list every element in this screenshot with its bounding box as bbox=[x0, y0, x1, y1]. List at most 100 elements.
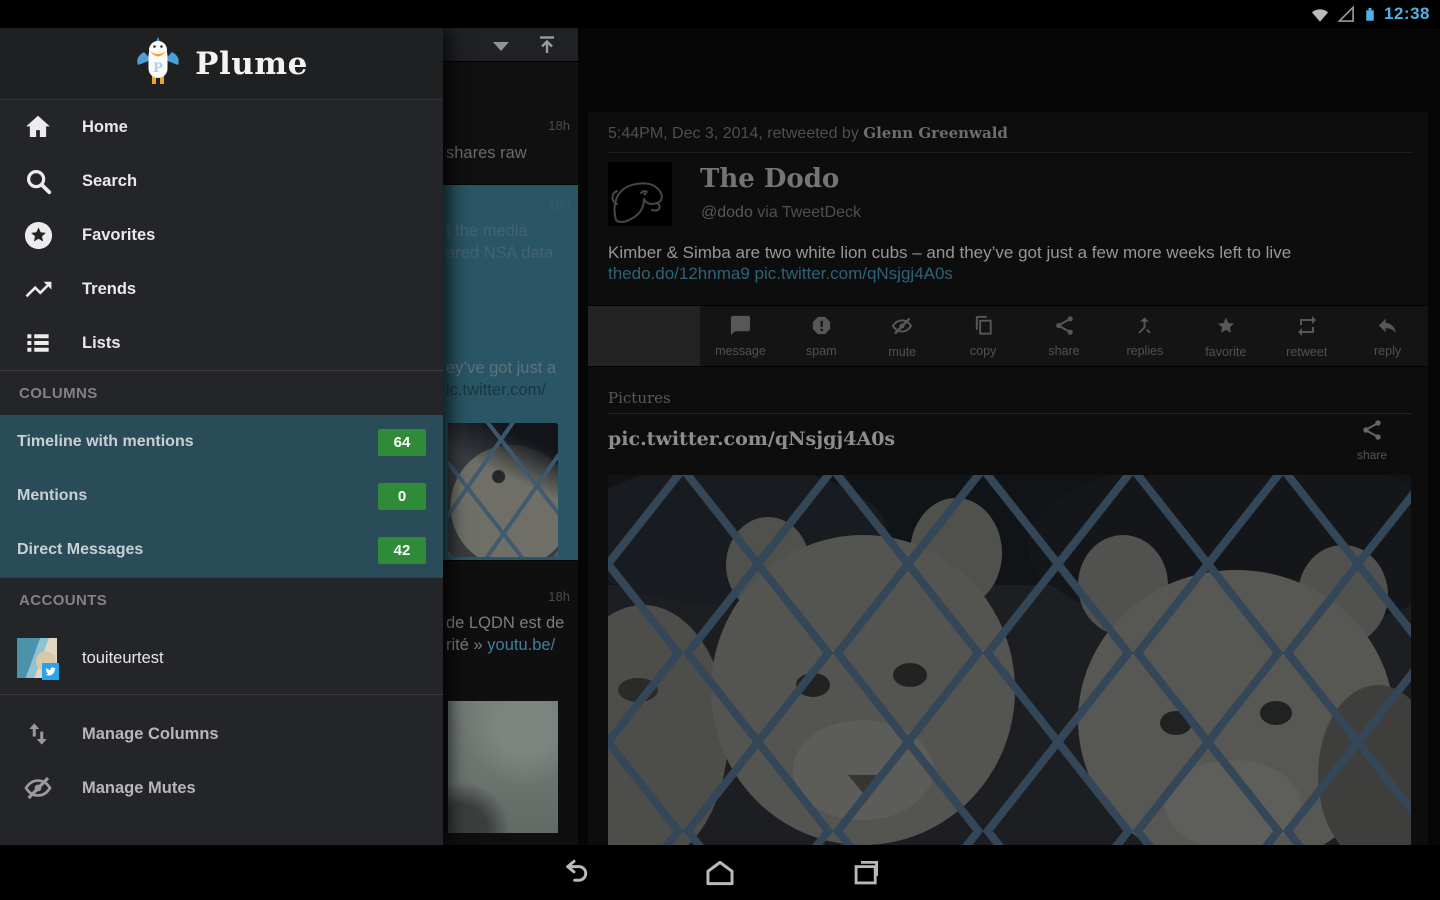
columns-section-header: COLUMNS bbox=[0, 371, 443, 415]
drawer-item-manage-columns[interactable]: Manage Columns bbox=[0, 707, 443, 761]
tweet-link-fragment[interactable]: youtu.be/ bbox=[487, 636, 555, 654]
copy-button[interactable]: copy bbox=[943, 306, 1024, 366]
tweet-photo-lion-cubs[interactable] bbox=[608, 475, 1411, 845]
status-bar: 12:38 bbox=[0, 0, 1440, 28]
drawer-item-manage-mutes[interactable]: Manage Mutes bbox=[0, 761, 443, 815]
author-avatar[interactable] bbox=[608, 162, 672, 226]
home-icon bbox=[22, 111, 54, 143]
back-button[interactable] bbox=[553, 855, 595, 891]
favorite-button[interactable]: favorite bbox=[1185, 306, 1266, 366]
tweet-timestamp: 18h bbox=[548, 197, 570, 212]
trends-icon bbox=[22, 273, 54, 305]
screen: 12:38 18h shares raw 18h t the media are… bbox=[0, 0, 1440, 900]
manage-mutes-eye-off-icon bbox=[22, 772, 54, 804]
column-item-timeline[interactable]: Timeline with mentions 64 bbox=[0, 415, 443, 469]
unread-count-badge: 42 bbox=[378, 537, 426, 564]
column-toolbar bbox=[443, 28, 578, 62]
account-avatar bbox=[17, 638, 57, 678]
tweet-text-fragment: ey’ve got just a bbox=[446, 359, 556, 378]
twitter-bird-badge-icon bbox=[42, 663, 59, 680]
retweet-meta: 5:44PM, Dec 3, 2014, retweeted by Glenn … bbox=[608, 124, 1008, 143]
drawer-header: P Plume bbox=[0, 28, 443, 100]
column-item-direct-messages[interactable]: Direct Messages 42 bbox=[0, 523, 443, 577]
tweet-detail-card: 5:44PM, Dec 3, 2014, retweeted by Glenn … bbox=[588, 112, 1428, 845]
message-button[interactable]: message bbox=[700, 306, 781, 366]
drawer-item-lists[interactable]: Lists bbox=[0, 316, 443, 370]
svg-text:P: P bbox=[153, 61, 163, 76]
unread-count-badge: 0 bbox=[378, 483, 426, 510]
retweet-icon bbox=[1295, 314, 1319, 343]
account-row[interactable]: touiteurtest bbox=[0, 622, 443, 694]
tweet-text-fragment: de LQDN est de bbox=[446, 614, 564, 633]
tweet-text: Kimber & Simba are two white lion cubs –… bbox=[608, 242, 1398, 284]
pictures-header: Pictures bbox=[608, 389, 671, 407]
action-bar-selected-slot[interactable] bbox=[588, 306, 700, 366]
share-button[interactable]: share bbox=[1024, 306, 1105, 366]
column-dropdown-caret-icon[interactable] bbox=[493, 42, 509, 51]
message-icon bbox=[729, 314, 752, 342]
recents-button[interactable] bbox=[845, 855, 887, 891]
navigation-drawer: P Plume Home Search Favorites Trends Lis… bbox=[0, 28, 443, 845]
cell-signal-icon bbox=[1336, 4, 1356, 24]
spam-button[interactable]: spam bbox=[781, 306, 862, 366]
scroll-to-top-icon[interactable] bbox=[535, 33, 559, 62]
lion-cubs-photo-art bbox=[608, 475, 1411, 845]
home-button[interactable] bbox=[699, 855, 741, 891]
share-icon bbox=[1360, 429, 1384, 446]
tweet-photo-thumbnail[interactable] bbox=[448, 423, 558, 557]
timeline-tweet-selected[interactable]: 18h t the media ared NSA data ey’ve got … bbox=[443, 185, 578, 560]
app-title: Plume bbox=[195, 46, 308, 82]
spam-icon bbox=[810, 314, 833, 342]
mute-eye-off-icon bbox=[890, 314, 914, 343]
author-handle[interactable]: @dodo via TweetDeck bbox=[701, 204, 861, 222]
mute-button[interactable]: mute bbox=[862, 306, 943, 366]
divider bbox=[608, 152, 1412, 153]
plume-logo-icon: P bbox=[135, 36, 181, 91]
favorites-star-circle-icon bbox=[22, 219, 54, 251]
drawer-item-home[interactable]: Home bbox=[0, 100, 443, 154]
tweet-detail-panel: 5:44PM, Dec 3, 2014, retweeted by Glenn … bbox=[578, 28, 1440, 845]
tweet-text-fragment: t the media bbox=[446, 222, 528, 241]
timeline-tweet[interactable]: 18h shares raw bbox=[443, 62, 578, 185]
dodo-bird-line-art bbox=[608, 162, 672, 226]
android-navbar bbox=[0, 845, 1440, 900]
replies-merge-icon bbox=[1133, 314, 1156, 342]
status-time: 12:38 bbox=[1384, 4, 1430, 24]
author-name[interactable]: The Dodo bbox=[700, 164, 839, 194]
tweet-photo-thumbnail[interactable] bbox=[448, 701, 558, 833]
accounts-section-header: ACCOUNTS bbox=[0, 578, 443, 622]
battery-icon bbox=[1361, 3, 1379, 25]
timeline-tweet[interactable]: 18h de LQDN est de rité » youtu.be/ bbox=[443, 560, 578, 845]
picture-link[interactable]: pic.twitter.com/qNsjgj4A0s bbox=[608, 428, 895, 450]
copy-icon bbox=[972, 314, 995, 342]
tweet-text-fragment: ared NSA data bbox=[446, 244, 553, 263]
timeline-column: 18h shares raw 18h t the media ared NSA … bbox=[443, 28, 578, 845]
reply-icon bbox=[1376, 314, 1399, 342]
columns-list: Timeline with mentions 64 Mentions 0 Dir… bbox=[0, 415, 443, 577]
divider bbox=[608, 413, 1412, 414]
tweet-timestamp: 18h bbox=[548, 118, 570, 133]
wifi-icon bbox=[1309, 3, 1331, 25]
retweeter-name: Glenn Greenwald bbox=[863, 124, 1008, 142]
retweet-button[interactable]: retweet bbox=[1266, 306, 1347, 366]
favorite-star-icon bbox=[1214, 314, 1238, 343]
share-icon bbox=[1053, 314, 1076, 342]
via-client: via TweetDeck bbox=[753, 204, 861, 221]
picture-share-button[interactable]: share bbox=[1352, 418, 1392, 462]
tweet-link-fragment[interactable]: ic.twitter.com/ bbox=[446, 381, 546, 400]
drawer-item-search[interactable]: Search bbox=[0, 154, 443, 208]
replies-button[interactable]: replies bbox=[1104, 306, 1185, 366]
drawer-item-favorites[interactable]: Favorites bbox=[0, 208, 443, 262]
tweet-action-bar: message spam mute copy share bbox=[588, 305, 1428, 367]
tweet-link[interactable]: pic.twitter.com/qNsjgj4A0s bbox=[755, 264, 953, 283]
drawer-item-trends[interactable]: Trends bbox=[0, 262, 443, 316]
tweet-text-fragment: shares raw bbox=[446, 144, 527, 163]
manage-columns-swap-icon bbox=[22, 718, 54, 750]
unread-count-badge: 64 bbox=[378, 429, 426, 456]
tweet-text-fragment: rité » youtu.be/ bbox=[446, 636, 555, 655]
search-icon bbox=[22, 165, 54, 197]
tweet-link[interactable]: thedo.do/12hnma9 bbox=[608, 264, 750, 283]
reply-button[interactable]: reply bbox=[1347, 306, 1428, 366]
column-item-mentions[interactable]: Mentions 0 bbox=[0, 469, 443, 523]
lists-icon bbox=[22, 327, 54, 359]
